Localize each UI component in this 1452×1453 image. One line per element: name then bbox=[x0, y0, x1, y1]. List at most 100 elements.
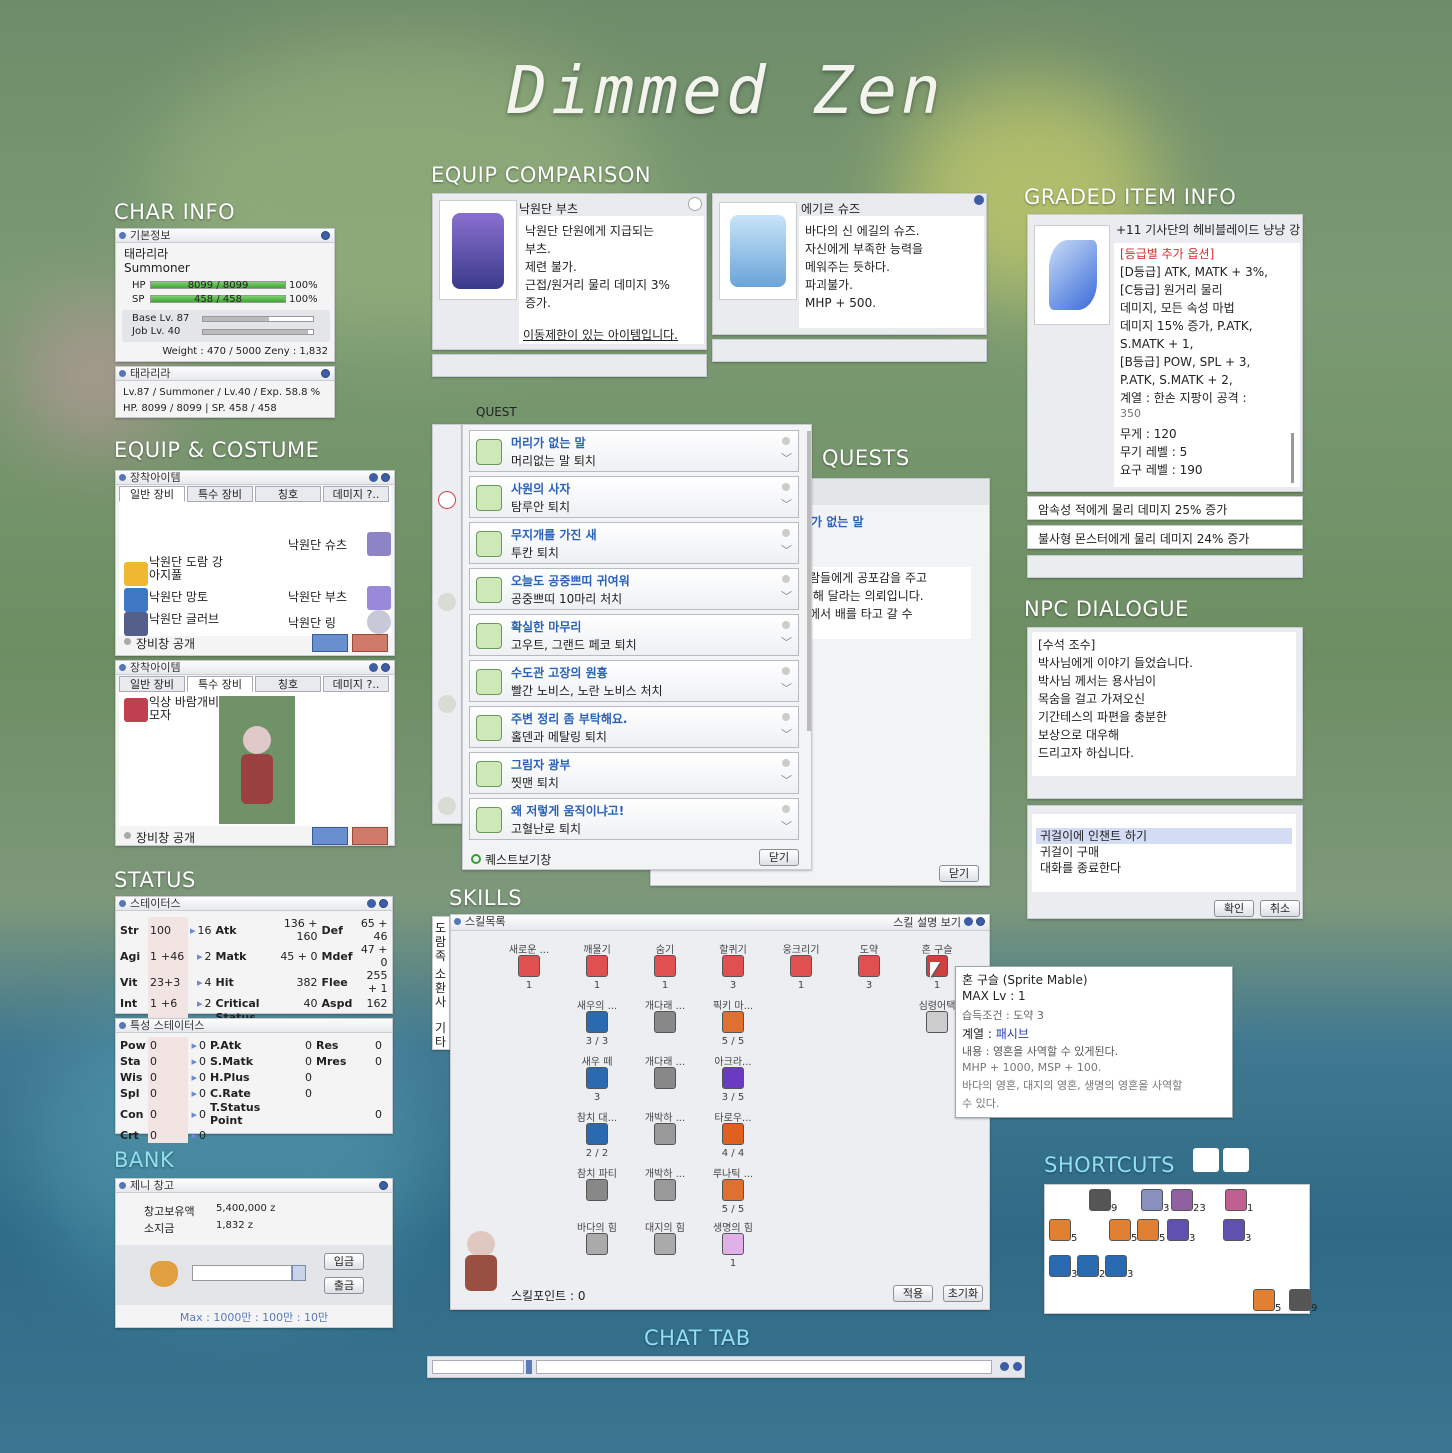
public-toggle-icon[interactable] bbox=[124, 832, 131, 839]
skill-icon[interactable] bbox=[586, 1123, 608, 1145]
compare1-note[interactable]: 이동제한이 있는 아이템입니다. bbox=[523, 326, 678, 343]
stat-raise-arrow-icon[interactable]: ▸ bbox=[191, 1087, 197, 1100]
close-icon[interactable] bbox=[379, 899, 388, 908]
graded-scrollbar[interactable] bbox=[1291, 433, 1294, 483]
shortcut-item-icon[interactable] bbox=[1049, 1255, 1071, 1277]
skill-icon[interactable] bbox=[722, 1067, 744, 1089]
skill-icon[interactable] bbox=[586, 1233, 608, 1255]
minimize-icon[interactable] bbox=[964, 917, 973, 926]
view-character-button[interactable] bbox=[352, 827, 388, 845]
skill-titlebar[interactable]: 스킬목록 스킬 설명 보기 bbox=[451, 915, 989, 931]
skill-tab-doram[interactable]: 도람족 bbox=[435, 921, 449, 963]
quest-tab-alert-icon[interactable] bbox=[438, 491, 456, 509]
skill-icon[interactable] bbox=[722, 1179, 744, 1201]
shortcut-layout-toggle-2[interactable] bbox=[1223, 1148, 1249, 1172]
quest-item[interactable]: 오늘도 공중쁘띠 귀여워 공중쁘띠 10마리 처치 ﹀ bbox=[469, 568, 799, 610]
skill-icon[interactable] bbox=[654, 1123, 676, 1145]
shortcut-item-icon[interactable] bbox=[1141, 1189, 1163, 1211]
public-toggle-icon[interactable] bbox=[124, 638, 131, 645]
quest-detail-close-button[interactable]: 닫기 bbox=[939, 865, 979, 882]
view-character-button[interactable] bbox=[352, 634, 388, 652]
skill-icon[interactable] bbox=[654, 955, 676, 977]
close-icon[interactable] bbox=[381, 663, 390, 672]
amount-input[interactable] bbox=[192, 1265, 292, 1281]
shortcut-item-icon[interactable] bbox=[1089, 1189, 1111, 1211]
bank-titlebar[interactable]: 제니 창고 bbox=[116, 1179, 392, 1193]
shortcut-item-icon[interactable] bbox=[1137, 1219, 1159, 1241]
chevron-down-icon[interactable]: ﹀ bbox=[781, 818, 792, 834]
tab-title[interactable]: 칭호 bbox=[255, 486, 321, 502]
quest-item[interactable]: 무지개를 가진 새 투칸 퇴치 ﹀ bbox=[469, 522, 799, 564]
quest-item[interactable]: 머리가 없는 말 머리없는 말 퇴치 ﹀ bbox=[469, 430, 799, 472]
stat-raise-arrow-icon[interactable]: ▸ bbox=[197, 976, 203, 989]
equip-titlebar[interactable]: 장착아이템 bbox=[116, 471, 394, 485]
mantle-item-icon[interactable] bbox=[124, 588, 148, 612]
skill-apply-button[interactable]: 적용 bbox=[893, 1285, 933, 1302]
deposit-button[interactable]: 입금 bbox=[324, 1253, 364, 1270]
shortcut-item-icon[interactable] bbox=[1223, 1219, 1245, 1241]
skill-icon[interactable] bbox=[518, 955, 540, 977]
skill-icon[interactable] bbox=[722, 1011, 744, 1033]
close-icon[interactable] bbox=[976, 917, 985, 926]
boots-item-icon[interactable] bbox=[367, 586, 391, 610]
tab-special-equip[interactable]: 특수 장비 bbox=[187, 486, 253, 502]
quest-tab-more-icon[interactable] bbox=[438, 695, 456, 713]
npc-cancel-button[interactable]: 취소 bbox=[1260, 900, 1300, 917]
tab-damage[interactable]: 데미지 ?.. bbox=[323, 676, 389, 692]
npc-option-2[interactable]: 귀걸이 구매 bbox=[1040, 843, 1099, 860]
shortcut-item-icon[interactable] bbox=[1105, 1255, 1127, 1277]
char-info-titlebar[interactable]: 기본정보 bbox=[116, 229, 334, 243]
chat-size-icon[interactable] bbox=[1000, 1362, 1009, 1371]
quest-item[interactable]: 수도관 고장의 원흉 빨간 노비스, 노란 노비스 처치 ﹀ bbox=[469, 660, 799, 702]
hat-item-icon[interactable] bbox=[124, 698, 148, 722]
amount-stepper[interactable] bbox=[292, 1265, 306, 1281]
chat-target-input[interactable] bbox=[432, 1360, 524, 1374]
skill-tab-etc[interactable]: 기타 bbox=[435, 1021, 449, 1049]
close-icon[interactable] bbox=[381, 473, 390, 482]
stat-raise-arrow-icon[interactable]: ▸ bbox=[197, 950, 203, 963]
minimize-icon[interactable] bbox=[369, 473, 378, 482]
skill-icon[interactable] bbox=[586, 1011, 608, 1033]
skill-reset-button[interactable]: 초기화 bbox=[943, 1285, 983, 1302]
quest-close-button[interactable]: 닫기 bbox=[759, 849, 799, 866]
stat-raise-arrow-icon[interactable]: ▸ bbox=[191, 1055, 197, 1068]
minimize-icon[interactable] bbox=[321, 231, 330, 240]
costume-hat-slot[interactable]: 익상 바람개비 모자 bbox=[149, 696, 219, 722]
skill-icon[interactable] bbox=[654, 1011, 676, 1033]
shortcut-item-icon[interactable] bbox=[1225, 1189, 1247, 1211]
quest-tab-field-icon[interactable] bbox=[438, 593, 456, 611]
quest-scrollbar[interactable] bbox=[807, 431, 811, 731]
chevron-down-icon[interactable]: ﹀ bbox=[781, 542, 792, 558]
swap-costume-button[interactable] bbox=[312, 827, 348, 845]
skill-icon[interactable] bbox=[654, 1179, 676, 1201]
shortcut-item-icon[interactable] bbox=[1253, 1289, 1275, 1311]
shortcut-item-icon[interactable] bbox=[1049, 1219, 1071, 1241]
chat-message-input[interactable] bbox=[536, 1360, 992, 1374]
skill-icon[interactable] bbox=[586, 955, 608, 977]
skill-icon[interactable] bbox=[722, 1123, 744, 1145]
stat-raise-arrow-icon[interactable]: ▸ bbox=[191, 1071, 197, 1084]
shoes-item-icon[interactable] bbox=[367, 532, 391, 556]
shortcut-layout-toggle-1[interactable] bbox=[1193, 1148, 1219, 1172]
npc-option-3[interactable]: 대화를 종료한다 bbox=[1040, 859, 1121, 876]
shortcut-item-icon[interactable] bbox=[1289, 1289, 1311, 1311]
stat-raise-arrow-icon[interactable]: ▸ bbox=[197, 997, 203, 1010]
weapon-item-icon[interactable] bbox=[124, 562, 148, 586]
equip-boots-slot[interactable]: 낙원단 부츠 bbox=[288, 588, 347, 606]
stat-raise-arrow-icon[interactable]: ▸ bbox=[190, 924, 196, 937]
minimize-icon[interactable] bbox=[367, 899, 376, 908]
chat-mode-handle[interactable] bbox=[526, 1360, 532, 1374]
gloves-item-icon[interactable] bbox=[124, 612, 148, 636]
skill-icon[interactable] bbox=[790, 955, 812, 977]
minimize-icon[interactable] bbox=[321, 369, 330, 378]
swap-costume-button[interactable] bbox=[312, 634, 348, 652]
shortcut-item-icon[interactable] bbox=[1077, 1255, 1099, 1277]
npc-ok-button[interactable]: 확인 bbox=[1214, 900, 1254, 917]
chevron-down-icon[interactable]: ﹀ bbox=[781, 450, 792, 466]
equip-ring-slot[interactable]: 낙원단 링 bbox=[288, 614, 336, 632]
close-icon[interactable] bbox=[379, 1181, 388, 1190]
shortcut-item-icon[interactable] bbox=[1167, 1219, 1189, 1241]
stat-raise-arrow-icon[interactable]: ▸ bbox=[191, 1129, 197, 1142]
skill-icon[interactable] bbox=[722, 1233, 744, 1255]
tab-special-equip[interactable]: 특수 장비 bbox=[187, 676, 253, 692]
